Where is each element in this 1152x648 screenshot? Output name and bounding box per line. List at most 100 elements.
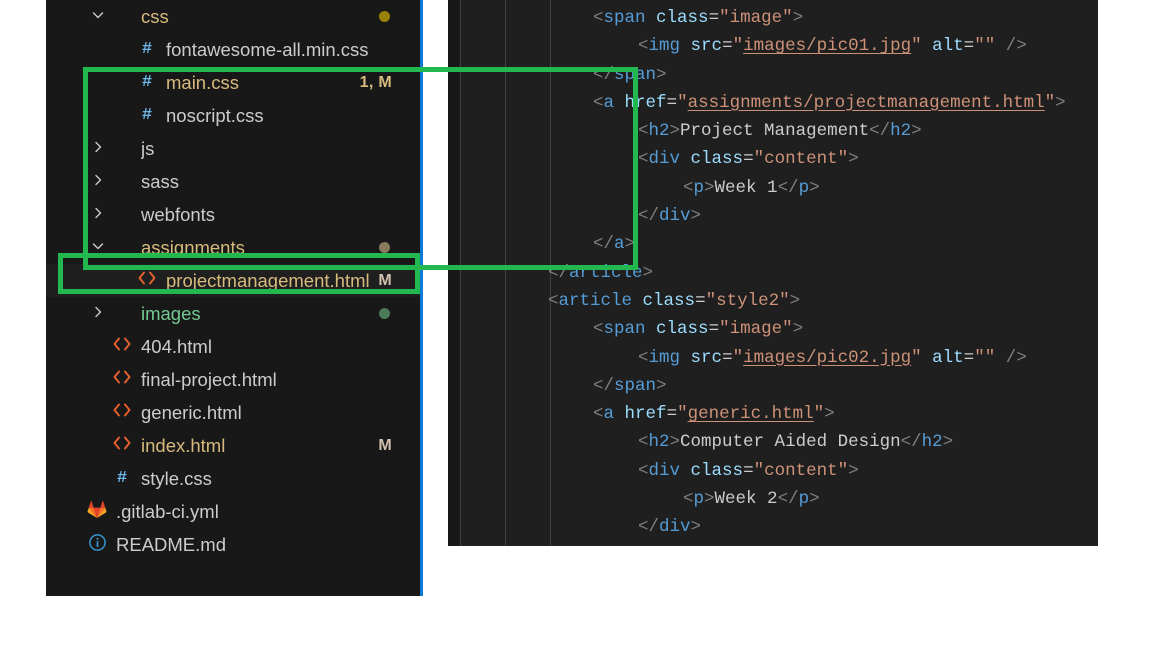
tree-item-final-project-html[interactable]: final-project.html bbox=[46, 363, 420, 396]
tree-item-label: css bbox=[141, 5, 169, 27]
tree-item-fontawesome-all-min-css[interactable]: # fontawesome-all.min.css bbox=[46, 33, 420, 66]
code-token-txt: Computer Aided Design bbox=[680, 432, 901, 453]
code-line[interactable]: <span class="image"> bbox=[448, 315, 1098, 343]
code-token-str: "content" bbox=[753, 460, 849, 481]
code-token-pu: > bbox=[690, 517, 702, 538]
code-token-pu: > bbox=[789, 290, 801, 311]
tree-item-style-css[interactable]: # style.css bbox=[46, 462, 420, 495]
code-line[interactable]: </a> bbox=[448, 230, 1098, 258]
tree-item-label: README.md bbox=[116, 533, 226, 555]
code-token-eq: = bbox=[963, 347, 975, 368]
code-token-tag: img bbox=[648, 347, 681, 368]
code-line[interactable]: </span> bbox=[448, 372, 1098, 400]
code-token-pu: > bbox=[690, 206, 702, 227]
code-token-att: alt bbox=[932, 36, 964, 57]
chevron-down-icon[interactable] bbox=[89, 8, 107, 25]
code-token-att: alt bbox=[932, 347, 964, 368]
code-line[interactable]: <p>Week 2</p> bbox=[448, 485, 1098, 513]
tree-item-label: index.html bbox=[141, 434, 226, 456]
tree-item-label: generic.html bbox=[141, 401, 242, 423]
code-line[interactable]: </div> bbox=[448, 513, 1098, 541]
tree-item-label: noscript.css bbox=[166, 104, 264, 126]
code-line[interactable]: </article> bbox=[448, 259, 1098, 287]
tree-item-assignments[interactable]: assignments bbox=[46, 231, 420, 264]
code-token-pu: > bbox=[656, 64, 667, 85]
code-line[interactable]: <a href="generic.html"> bbox=[448, 400, 1098, 428]
chevron-right-icon[interactable] bbox=[89, 206, 107, 223]
tree-item-images[interactable]: images bbox=[46, 297, 420, 330]
code-token-eq: = bbox=[722, 347, 733, 368]
code-token-tag: p bbox=[798, 489, 810, 510]
tree-item-sass[interactable]: sass bbox=[46, 165, 420, 198]
code-line[interactable]: <p>Week 1</p> bbox=[448, 174, 1098, 202]
chevron-right-icon[interactable] bbox=[89, 173, 107, 190]
code-token-pu: </ bbox=[869, 121, 891, 142]
tree-item-readme-md[interactable]: README.md bbox=[46, 528, 420, 561]
code-line[interactable]: <img src="images/pic01.jpg" alt="" /> bbox=[448, 32, 1098, 60]
code-token-tag: div bbox=[659, 206, 691, 227]
code-token-att: href bbox=[624, 92, 667, 113]
tree-item-404-html[interactable]: 404.html bbox=[46, 330, 420, 363]
file-tree[interactable]: css # fontawesome-all.min.css # main.css 1, M… bbox=[46, 0, 420, 561]
tree-item-index-html[interactable]: index.html M bbox=[46, 429, 420, 462]
code-line[interactable]: </div> bbox=[448, 202, 1098, 230]
file-explorer-panel[interactable]: css # fontawesome-all.min.css # main.css 1, M… bbox=[46, 0, 420, 596]
code-token-txt: Week 2 bbox=[714, 489, 778, 510]
code-token-pu: > bbox=[911, 121, 922, 142]
explorer-resize-handle[interactable] bbox=[420, 0, 423, 596]
chevron-right-icon[interactable] bbox=[89, 140, 107, 157]
chevron-down-icon[interactable] bbox=[89, 239, 107, 256]
code-line[interactable]: <img src="images/pic02.jpg" alt="" /> bbox=[448, 344, 1098, 372]
code-line[interactable]: <h2>Project Management</h2> bbox=[448, 117, 1098, 145]
code-line[interactable]: <h2>Computer Aided Design</h2> bbox=[448, 428, 1098, 456]
code-file-icon bbox=[111, 402, 133, 423]
tree-item-js[interactable]: js bbox=[46, 132, 420, 165]
tree-item-label: images bbox=[141, 302, 201, 324]
code-token-str: "style2" bbox=[705, 290, 790, 311]
code-content[interactable]: <span class="image"> <img src="images/pic… bbox=[448, 4, 1098, 542]
tree-item-noscript-css[interactable]: # noscript.css bbox=[46, 99, 420, 132]
code-token-pu: > bbox=[792, 8, 804, 28]
code-line[interactable]: <span class="image"> bbox=[448, 4, 1098, 32]
tree-item-label: .gitlab-ci.yml bbox=[116, 500, 219, 522]
gitlab-fox-icon bbox=[86, 500, 108, 524]
tree-item-projectmanagement-html[interactable]: projectmanagement.html M bbox=[46, 264, 420, 297]
code-token-pu: > bbox=[1055, 92, 1066, 113]
code-token-eq: = bbox=[666, 404, 678, 425]
code-token-tag: a bbox=[603, 404, 615, 425]
code-token-tag: p bbox=[693, 489, 705, 510]
code-token-att: src bbox=[690, 347, 723, 368]
code-token-eq: = bbox=[722, 36, 733, 57]
code-token-pu: > bbox=[792, 319, 804, 340]
tree-item-gitlab-ci-yml[interactable]: .gitlab-ci.yml bbox=[46, 495, 420, 528]
code-token-tag: article bbox=[569, 262, 643, 283]
code-line[interactable]: <a href="assignments/projectmanagement.h… bbox=[448, 89, 1098, 117]
code-token-lnk: images/pic01.jpg bbox=[743, 36, 912, 57]
code-token-pu: /> bbox=[1005, 347, 1027, 368]
code-token-lnk: images/pic02.jpg bbox=[743, 347, 912, 368]
tree-item-main-css[interactable]: # main.css 1, M bbox=[46, 66, 420, 99]
chevron-right-icon[interactable] bbox=[89, 305, 107, 322]
tree-item-css[interactable]: css bbox=[46, 0, 420, 33]
info-circle-icon bbox=[86, 533, 108, 557]
tree-item-webfonts[interactable]: webfonts bbox=[46, 198, 420, 231]
code-token-pu: </ bbox=[593, 375, 615, 396]
code-line[interactable]: <div class="content"> bbox=[448, 457, 1098, 485]
code-token-pu: > bbox=[704, 489, 715, 510]
code-token-att: class bbox=[690, 149, 744, 170]
code-token-pu: < bbox=[683, 489, 694, 510]
tree-item-label: final-project.html bbox=[141, 368, 277, 390]
code-line[interactable]: </span> bbox=[448, 61, 1098, 89]
code-editor-panel[interactable]: <span class="image"> <img src="images/pic… bbox=[448, 0, 1098, 546]
code-token-eq: = bbox=[743, 149, 754, 170]
code-token-att: class bbox=[690, 460, 744, 481]
code-line[interactable]: <div class="content"> bbox=[448, 145, 1098, 173]
code-line[interactable]: <article class="style2"> bbox=[448, 287, 1098, 315]
git-status-badge: 1, M bbox=[359, 73, 392, 91]
code-token-pu: < bbox=[638, 432, 649, 453]
tree-item-generic-html[interactable]: generic.html bbox=[46, 396, 420, 429]
